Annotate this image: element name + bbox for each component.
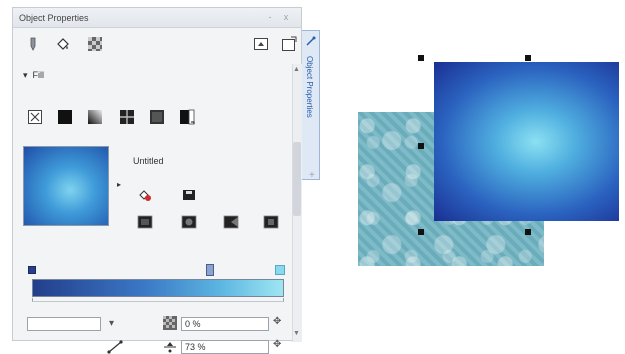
fill-bucket-icon[interactable]: [55, 36, 71, 52]
linear-fountain-icon[interactable]: [137, 215, 153, 229]
gradient-end-node[interactable]: [275, 265, 285, 275]
docker-minimize-button[interactable]: -: [265, 12, 275, 22]
midpoint-field[interactable]: 73 %: [181, 340, 269, 354]
node-color-field[interactable]: [27, 317, 101, 331]
conical-fountain-icon[interactable]: [223, 215, 239, 229]
fill-picker-arrow-icon[interactable]: ▸: [117, 180, 121, 189]
docker-content: ▾ Fill ▸ Untitled ▾ 0 % ✥ 73 % ✥: [13, 28, 301, 354]
fill-name-label: Untitled: [133, 156, 164, 166]
elliptical-fountain-icon[interactable]: [181, 215, 197, 229]
selection-handle-top-left[interactable]: [418, 55, 424, 61]
midpoint-icon: [164, 342, 176, 353]
node-color-dropdown-icon[interactable]: ▾: [109, 318, 114, 329]
fill-preview-swatch[interactable]: [23, 146, 109, 226]
vector-pattern-fill-icon[interactable]: [119, 109, 135, 125]
transparency-icon[interactable]: [87, 36, 103, 52]
fountain-filled-rectangle[interactable]: [434, 62, 619, 221]
selection-handle-top[interactable]: [525, 55, 531, 61]
pen-outline-icon[interactable]: [25, 36, 41, 52]
properties-tab-icon: [306, 36, 316, 46]
bitmap-pattern-fill-icon[interactable]: [149, 109, 165, 125]
gradient-bar[interactable]: [32, 279, 284, 297]
fill-section-header[interactable]: ▾ Fill: [23, 70, 44, 81]
fill-section-label: Fill: [32, 70, 45, 80]
node-transparency-icon: [163, 316, 177, 330]
selection-handle-bottom-left[interactable]: [418, 229, 424, 235]
docker-titlebar[interactable]: Object Properties - x: [13, 8, 301, 28]
rectangular-fountain-icon[interactable]: [263, 215, 279, 229]
docker-title: Object Properties: [19, 13, 89, 23]
scroll-up-icon[interactable]: ▲: [293, 66, 300, 73]
transparency-spin-icon[interactable]: ✥: [273, 316, 281, 327]
docker-close-button[interactable]: x: [281, 12, 291, 22]
fountain-step-icon[interactable]: [107, 340, 125, 354]
selection-handle-bottom[interactable]: [525, 229, 531, 235]
selection-handle-left[interactable]: [418, 143, 424, 149]
save-fill-icon[interactable]: [181, 188, 197, 202]
no-fill-icon[interactable]: [27, 109, 43, 125]
remove-fill-icon[interactable]: [137, 188, 153, 202]
collapse-chevron-icon[interactable]: ▾: [23, 70, 33, 80]
gradient-start-node[interactable]: [28, 266, 36, 274]
add-docker-icon[interactable]: +: [309, 170, 315, 181]
gradient-midpoint-slider[interactable]: [206, 264, 214, 276]
scroll-down-icon[interactable]: ▼: [293, 330, 300, 337]
gradient-ruler: [32, 298, 284, 302]
object-properties-docker: Object Properties - x ▾ Fill ▸ Untitled …: [12, 7, 302, 354]
texture-fill-icon[interactable]: [179, 109, 195, 125]
uniform-fill-icon[interactable]: [57, 109, 73, 125]
docker-scrollbar-thumb[interactable]: [293, 142, 301, 216]
docker-options-icon[interactable]: [281, 36, 297, 52]
copy-properties-icon[interactable]: [253, 36, 269, 52]
side-tab-label: Object Properties: [305, 56, 314, 118]
fountain-fill-icon[interactable]: [87, 109, 103, 125]
node-transparency-field[interactable]: 0 %: [181, 317, 269, 331]
